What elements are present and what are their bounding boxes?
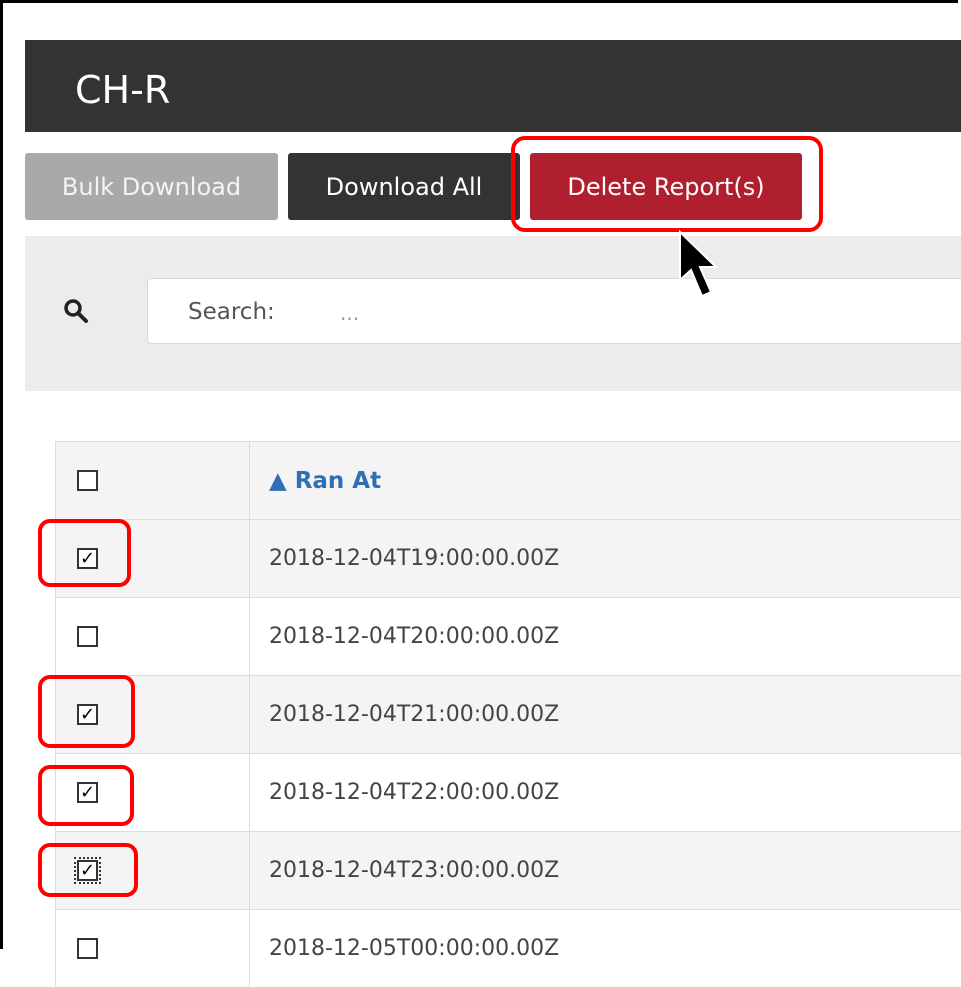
- bulk-download-button[interactable]: Bulk Download: [25, 153, 278, 220]
- row-checkbox-cell: ✓: [55, 754, 250, 831]
- row-checkbox-cell: [55, 598, 250, 675]
- ran-at-cell: 2018-12-04T19:00:00.00Z: [269, 546, 560, 571]
- table-header-row: ▲ Ran At: [55, 441, 961, 519]
- header-bar: CH-R: [25, 40, 961, 132]
- search-input[interactable]: [338, 293, 942, 333]
- mouse-pointer-icon: [679, 229, 719, 298]
- reports-table: ▲ Ran At ✓ 2018-12-04T19:00:00.00Z 2018-12…: [55, 441, 961, 987]
- search-panel: Search:: [25, 236, 961, 391]
- page-title: CH-R: [75, 68, 171, 112]
- table-row[interactable]: ✓ 2018-12-04T23:00:00.00Z: [55, 831, 961, 909]
- ran-at-column-header[interactable]: ▲ Ran At: [269, 442, 381, 519]
- header-checkbox-cell: [55, 442, 250, 519]
- search-box: Search:: [147, 278, 961, 344]
- delete-reports-button[interactable]: Delete Report(s): [530, 153, 802, 220]
- table-row[interactable]: ✓ 2018-12-04T19:00:00.00Z: [55, 519, 961, 597]
- row-checkbox[interactable]: [77, 626, 98, 647]
- row-checkbox-cell: ✓: [55, 520, 250, 597]
- table-row[interactable]: 2018-12-04T20:00:00.00Z: [55, 597, 961, 675]
- table-row[interactable]: 2018-12-05T00:00:00.00Z: [55, 909, 961, 987]
- table-row[interactable]: ✓ 2018-12-04T21:00:00.00Z: [55, 675, 961, 753]
- ran-at-cell: 2018-12-04T23:00:00.00Z: [269, 858, 560, 883]
- row-checkbox[interactable]: ✓: [77, 704, 98, 725]
- search-label: Search:: [188, 299, 275, 325]
- ran-at-cell: 2018-12-04T22:00:00.00Z: [269, 780, 560, 805]
- ran-at-cell: 2018-12-04T21:00:00.00Z: [269, 702, 560, 727]
- row-checkbox-cell: ✓: [55, 676, 250, 753]
- table-row[interactable]: ✓ 2018-12-04T22:00:00.00Z: [55, 753, 961, 831]
- row-checkbox-cell: ✓: [55, 832, 250, 909]
- ran-at-cell: 2018-12-04T20:00:00.00Z: [269, 624, 560, 649]
- row-checkbox[interactable]: ✓: [74, 857, 101, 884]
- row-checkbox[interactable]: ✓: [77, 782, 98, 803]
- download-all-button[interactable]: Download All: [288, 153, 520, 220]
- select-all-checkbox[interactable]: [77, 470, 98, 491]
- row-checkbox[interactable]: ✓: [77, 548, 98, 569]
- search-icon: [64, 299, 88, 323]
